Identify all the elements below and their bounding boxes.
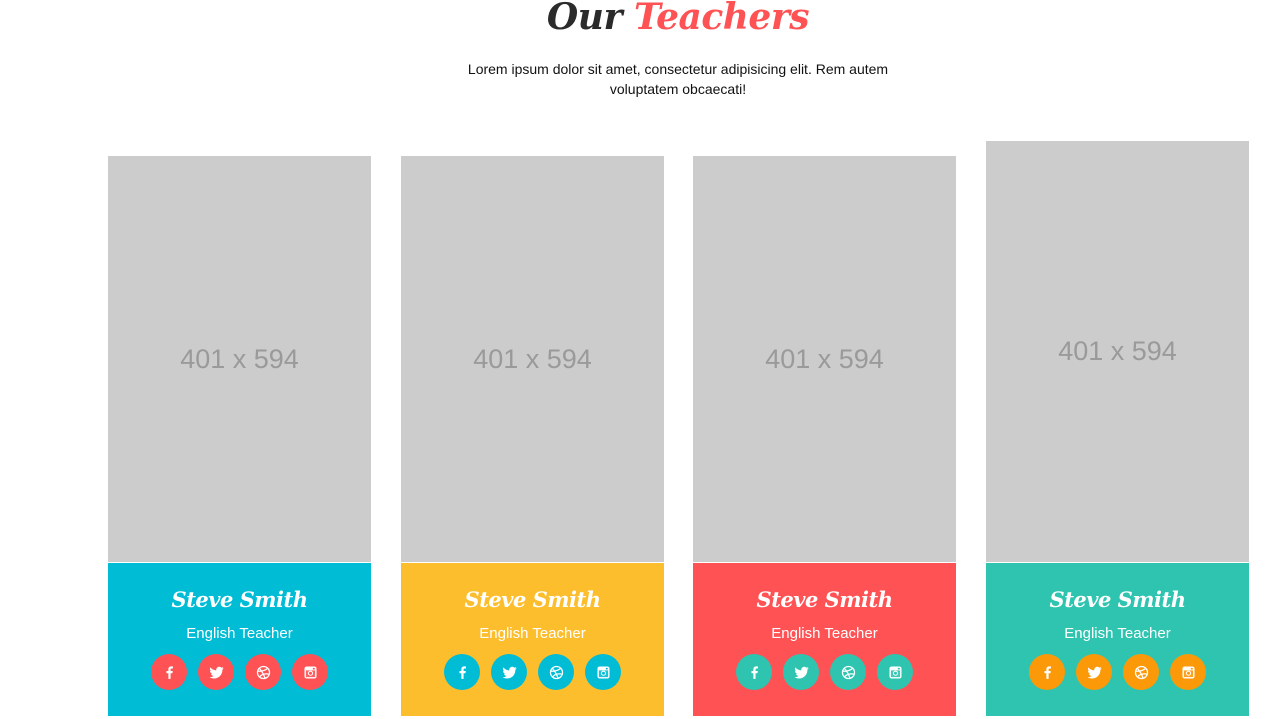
dribbble-icon xyxy=(255,664,272,681)
instagram-icon xyxy=(887,664,904,681)
teacher-info: Steve Smith English Teacher xyxy=(693,563,956,716)
twitter-icon xyxy=(208,664,225,681)
twitter-icon xyxy=(1086,664,1103,681)
instagram-link[interactable] xyxy=(1170,654,1206,690)
teacher-photo-placeholder: 401 x 594 xyxy=(108,156,371,562)
instagram-icon xyxy=(595,664,612,681)
dribbble-link[interactable] xyxy=(830,654,866,690)
teacher-info: Steve Smith English Teacher xyxy=(401,563,664,716)
section-subtitle: Lorem ipsum dolor sit amet, consectetur … xyxy=(467,61,889,97)
facebook-icon xyxy=(454,664,471,681)
facebook-link[interactable] xyxy=(1029,654,1065,690)
instagram-icon xyxy=(302,664,319,681)
teacher-photo-placeholder: 401 x 594 xyxy=(986,141,1249,562)
twitter-icon xyxy=(501,664,518,681)
teacher-info: Steve Smith English Teacher xyxy=(986,563,1249,716)
teacher-card: 401 x 594 Steve Smith English Teacher xyxy=(401,156,664,716)
facebook-icon xyxy=(746,664,763,681)
teacher-name: Steve Smith xyxy=(1049,587,1186,612)
teacher-card: 401 x 594 Steve Smith English Teacher xyxy=(108,156,371,716)
social-links xyxy=(693,654,956,690)
instagram-icon xyxy=(1180,664,1197,681)
dribbble-link[interactable] xyxy=(1123,654,1159,690)
dribbble-icon xyxy=(548,664,565,681)
facebook-icon xyxy=(1039,664,1056,681)
twitter-link[interactable] xyxy=(198,654,234,690)
social-links xyxy=(108,654,371,690)
dribbble-link[interactable] xyxy=(245,654,281,690)
twitter-link[interactable] xyxy=(783,654,819,690)
teacher-photo-placeholder: 401 x 594 xyxy=(401,156,664,562)
teacher-name: Steve Smith xyxy=(171,587,308,612)
teacher-role: English Teacher xyxy=(186,625,293,642)
instagram-link[interactable] xyxy=(877,654,913,690)
dribbble-icon xyxy=(840,664,857,681)
teacher-role: English Teacher xyxy=(1064,625,1171,642)
teacher-card: 401 x 594 Steve Smith English Teacher xyxy=(693,156,956,716)
facebook-link[interactable] xyxy=(444,654,480,690)
teacher-role: English Teacher xyxy=(479,625,586,642)
teacher-name: Steve Smith xyxy=(464,587,601,612)
twitter-link[interactable] xyxy=(1076,654,1112,690)
teacher-photo-placeholder: 401 x 594 xyxy=(693,156,956,562)
teacher-info: Steve Smith English Teacher xyxy=(108,563,371,716)
facebook-link[interactable] xyxy=(736,654,772,690)
social-links xyxy=(986,654,1249,690)
teacher-card: 401 x 594 Steve Smith English Teacher xyxy=(986,141,1249,716)
twitter-icon xyxy=(793,664,810,681)
facebook-icon xyxy=(161,664,178,681)
dribbble-link[interactable] xyxy=(538,654,574,690)
instagram-link[interactable] xyxy=(585,654,621,690)
section-title-part2: Teachers xyxy=(633,0,810,38)
dribbble-icon xyxy=(1133,664,1150,681)
social-links xyxy=(401,654,664,690)
facebook-link[interactable] xyxy=(151,654,187,690)
teacher-role: English Teacher xyxy=(771,625,878,642)
teacher-name: Steve Smith xyxy=(756,587,893,612)
twitter-link[interactable] xyxy=(491,654,527,690)
section-title-part1: Our xyxy=(546,0,623,38)
instagram-link[interactable] xyxy=(292,654,328,690)
section-title: Our Teachers xyxy=(0,0,1286,38)
